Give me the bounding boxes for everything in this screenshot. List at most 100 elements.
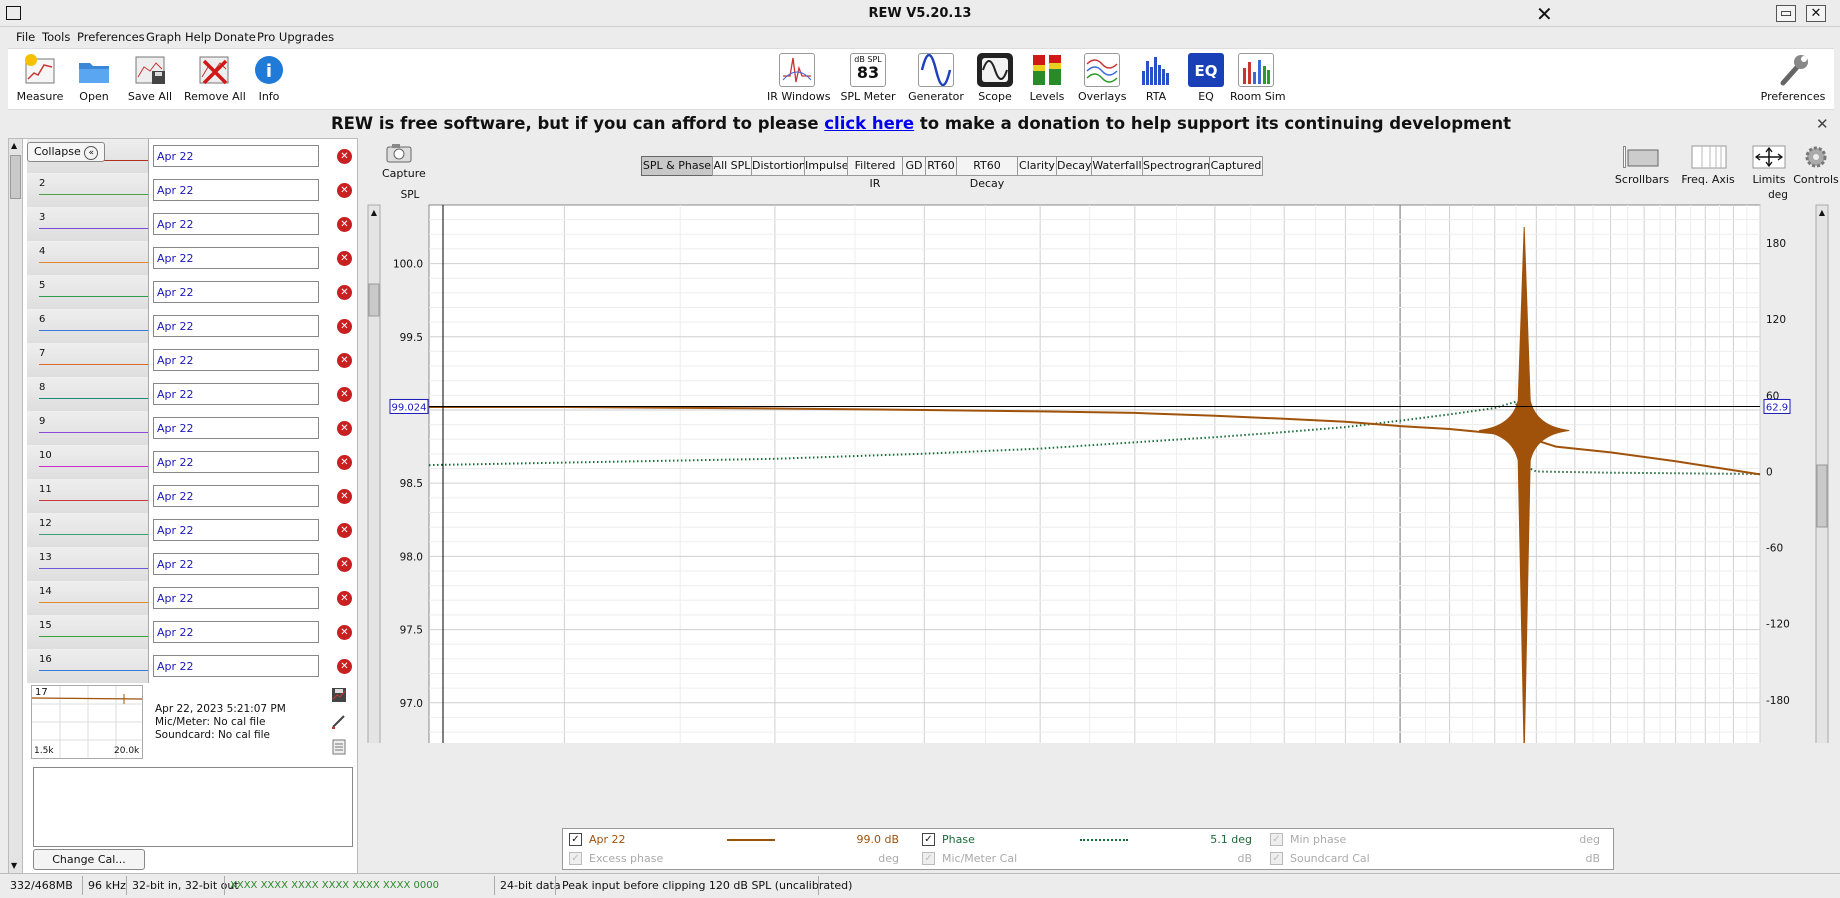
menu-preferences[interactable]: Preferences [77, 30, 145, 44]
measurement-name-input[interactable] [153, 349, 319, 371]
measurement-thumbnail[interactable]: 8 [27, 377, 149, 411]
measurement-row[interactable]: 12 ✕ [27, 513, 359, 547]
remove-measurement-icon[interactable]: ✕ [337, 523, 352, 538]
legend-checkbox[interactable]: ✓ [922, 852, 935, 865]
measurement-thumbnail[interactable]: 3 [27, 207, 149, 241]
spl-phase-chart[interactable]: 100.099.599.098.598.097.597.096.51801206… [362, 188, 1834, 743]
spl-meter-button[interactable]: dB SPL 83 SPL Meter [837, 53, 899, 103]
tab-spl-phase[interactable]: SPL & Phase [641, 156, 713, 176]
tab-waterfall[interactable]: Waterfall [1091, 156, 1143, 176]
measurement-name-input[interactable] [153, 247, 319, 269]
measurement-thumbnail[interactable]: 15 [27, 615, 149, 649]
measurement-row[interactable]: 2✕ [27, 173, 359, 207]
legend-checkbox[interactable]: ✓ [922, 833, 935, 846]
rta-button[interactable]: RTA [1136, 53, 1176, 103]
tab-rt60[interactable]: RT60 [925, 156, 957, 176]
measurement-name-input[interactable] [153, 281, 319, 303]
remove-all-button[interactable]: Remove All [184, 53, 246, 103]
remove-measurement-icon[interactable]: ✕ [337, 387, 352, 402]
save-measurement-icon[interactable] [331, 687, 347, 706]
tab-distortion[interactable]: Distortion [751, 156, 806, 176]
y2-scrollbar-thumb[interactable] [1816, 464, 1828, 528]
scroll-up-icon[interactable]: ▲ [11, 141, 17, 150]
levels-button[interactable]: Levels [1026, 53, 1068, 103]
measurement-row[interactable]: 10 ✕ [27, 445, 359, 479]
tab-rt60-decay[interactable]: RT60 Decay [956, 156, 1018, 190]
measurement-row[interactable]: 15 ✕ [27, 615, 359, 649]
measurement-name-input[interactable] [153, 179, 319, 201]
scope-button[interactable]: Scope [974, 53, 1016, 103]
info-notes-icon[interactable] [331, 739, 347, 758]
menu-pro-upgrades[interactable]: Pro Upgrades [257, 30, 334, 44]
tab-filtered-ir[interactable]: Filtered IR [847, 156, 903, 190]
measurement-thumbnail[interactable]: 4 [27, 241, 149, 275]
measurement-thumbnail[interactable]: 9 [27, 411, 149, 445]
close-x-icon[interactable]: ✕ [1536, 2, 1553, 26]
remove-measurement-icon[interactable]: ✕ [337, 659, 352, 674]
measurement-row[interactable]: 14 ✕ [27, 581, 359, 615]
remove-measurement-icon[interactable]: ✕ [337, 251, 352, 266]
controls-button[interactable]: Controls [1790, 144, 1840, 186]
tab-spectrogram[interactable]: Spectrogram [1142, 156, 1214, 176]
measurement-name-input[interactable] [153, 213, 319, 235]
tab-decay[interactable]: Decay [1056, 156, 1092, 176]
room-sim-button[interactable]: Room Sim [1230, 53, 1286, 103]
remove-measurement-icon[interactable]: ✕ [337, 489, 352, 504]
measurement-thumbnail[interactable]: 13 [27, 547, 149, 581]
plot-area[interactable] [428, 204, 1761, 743]
change-cal-button[interactable]: Change Cal... [33, 849, 145, 870]
measurement-thumbnail[interactable]: 11 [27, 479, 149, 513]
tab-impulse[interactable]: Impulse [804, 156, 848, 176]
measurement-thumbnail[interactable]: 2 [27, 173, 149, 207]
measurement-row[interactable]: 4✕ [27, 241, 359, 275]
donate-link[interactable]: click here [824, 114, 914, 133]
measurement-name-input[interactable] [153, 621, 319, 643]
measurement-thumbnail[interactable]: 10 [27, 445, 149, 479]
measurements-scrollbar[interactable]: ▲ ▼ [9, 139, 23, 874]
tab-clarity[interactable]: Clarity [1017, 156, 1057, 176]
menu-help[interactable]: Help [185, 30, 211, 44]
capture-button[interactable]: Capture [382, 142, 426, 180]
menu-file[interactable]: File [16, 30, 35, 44]
measurement-name-input[interactable] [153, 383, 319, 405]
legend-checkbox[interactable]: ✓ [569, 833, 582, 846]
overlays-button[interactable]: Overlays [1078, 53, 1127, 103]
tab-captured[interactable]: Captured [1209, 156, 1263, 176]
menu-tools[interactable]: Tools [42, 30, 70, 44]
legend-checkbox[interactable]: ✓ [1270, 852, 1283, 865]
measurement-thumbnail[interactable]: 6 [27, 309, 149, 343]
measurement-thumbnail[interactable]: 16 [27, 649, 149, 683]
legend-checkbox[interactable]: ✓ [1270, 833, 1283, 846]
measurement-row[interactable]: 7✕ [27, 343, 359, 377]
remove-measurement-icon[interactable]: ✕ [337, 319, 352, 334]
measurement-row[interactable]: 11 ✕ [27, 479, 359, 513]
measurement-thumbnail[interactable]: 14 [27, 581, 149, 615]
measurement-thumbnail[interactable]: 7 [27, 343, 149, 377]
selected-measurement-thumbnail[interactable]: 17 1.5k 20.0k [31, 685, 143, 759]
menu-graph[interactable]: Graph [146, 30, 181, 44]
measurement-name-input[interactable] [153, 315, 319, 337]
remove-measurement-icon[interactable]: ✕ [337, 285, 352, 300]
measurement-row[interactable]: 3✕ [27, 207, 359, 241]
measurement-name-input[interactable] [153, 451, 319, 473]
measurement-name-input[interactable] [153, 485, 319, 507]
scrollbars-button[interactable]: Scrollbars [1612, 144, 1672, 186]
menu-donate[interactable]: Donate [214, 30, 256, 44]
remove-measurement-icon[interactable]: ✕ [337, 183, 352, 198]
scroll-thumb[interactable] [10, 155, 21, 199]
remove-measurement-icon[interactable]: ✕ [337, 217, 352, 232]
measurement-row[interactable]: 8✕ [27, 377, 359, 411]
remove-measurement-icon[interactable]: ✕ [337, 149, 352, 164]
collapse-button[interactable]: Collapse « [27, 142, 105, 162]
measurement-name-input[interactable] [153, 145, 319, 167]
info-button[interactable]: i Info [250, 53, 288, 103]
maximize-button[interactable]: ▭ [1776, 5, 1796, 22]
measurement-row[interactable]: 13 ✕ [27, 547, 359, 581]
y-scrollbar-thumb[interactable] [368, 283, 380, 317]
measurement-notes-area[interactable] [33, 767, 353, 847]
save-all-button[interactable]: Save All [124, 53, 176, 103]
measurement-row[interactable]: 16 ✕ [27, 649, 359, 683]
measurement-name-input[interactable] [153, 655, 319, 677]
scroll-down-icon[interactable]: ▼ [11, 861, 17, 870]
remove-measurement-icon[interactable]: ✕ [337, 421, 352, 436]
